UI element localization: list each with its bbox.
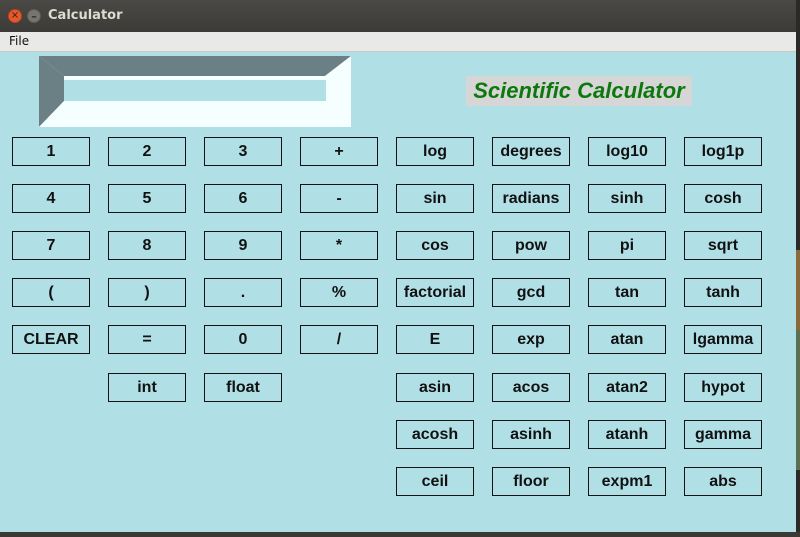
button-degrees[interactable]: degrees (492, 137, 570, 166)
desktop-wallpaper-segment (796, 250, 800, 330)
button-tan[interactable]: tan (588, 278, 666, 307)
display-bevel-top (39, 56, 351, 76)
button-8[interactable]: 8 (108, 231, 186, 260)
button-sqrt[interactable]: sqrt (684, 231, 762, 260)
button-7[interactable]: 7 (12, 231, 90, 260)
button-pow[interactable]: pow (492, 231, 570, 260)
button-acos[interactable]: acos (492, 373, 570, 402)
button-atan2[interactable]: atan2 (588, 373, 666, 402)
button-ceil[interactable]: ceil (396, 467, 474, 496)
button-exp[interactable]: exp (492, 325, 570, 354)
button-abs[interactable]: abs (684, 467, 762, 496)
button-divide[interactable]: / (300, 325, 378, 354)
button-hypot[interactable]: hypot (684, 373, 762, 402)
window-title: Calculator (48, 8, 123, 23)
button-log10[interactable]: log10 (588, 137, 666, 166)
button-asin[interactable]: asin (396, 373, 474, 402)
menu-bar: File (0, 32, 796, 52)
button-plus[interactable]: + (300, 137, 378, 166)
button-expm1[interactable]: expm1 (588, 467, 666, 496)
button-asinh[interactable]: asinh (492, 420, 570, 449)
window-close-button[interactable]: × (8, 9, 22, 23)
display-input[interactable] (64, 80, 326, 101)
button-6[interactable]: 6 (204, 184, 282, 213)
button-pi[interactable]: pi (588, 231, 666, 260)
button-log1p[interactable]: log1p (684, 137, 762, 166)
button-lgamma[interactable]: lgamma (684, 325, 762, 354)
button-3[interactable]: 3 (204, 137, 282, 166)
button-atanh[interactable]: atanh (588, 420, 666, 449)
button-int[interactable]: int (108, 373, 186, 402)
button-clear[interactable]: CLEAR (12, 325, 90, 354)
button-decimal[interactable]: . (204, 278, 282, 307)
menu-file[interactable]: File (9, 34, 29, 48)
button-4[interactable]: 4 (12, 184, 90, 213)
button-factorial[interactable]: factorial (396, 278, 474, 307)
button-modulo[interactable]: % (300, 278, 378, 307)
desktop-background-edge (796, 0, 800, 537)
button-equals[interactable]: = (108, 325, 186, 354)
button-tanh[interactable]: tanh (684, 278, 762, 307)
minimize-icon: – (31, 9, 37, 23)
close-icon: × (10, 10, 20, 21)
button-1[interactable]: 1 (12, 137, 90, 166)
button-gamma[interactable]: gamma (684, 420, 762, 449)
button-atan[interactable]: atan (588, 325, 666, 354)
desktop-taskbar-edge (0, 532, 800, 537)
button-2[interactable]: 2 (108, 137, 186, 166)
button-log[interactable]: log (396, 137, 474, 166)
button-0[interactable]: 0 (204, 325, 282, 354)
button-multiply[interactable]: * (300, 231, 378, 260)
button-close-paren[interactable]: ) (108, 278, 186, 307)
button-radians[interactable]: radians (492, 184, 570, 213)
calculator-window: × – Calculator File Scientific Calculato… (0, 0, 796, 537)
app-title: Scientific Calculator (466, 76, 692, 106)
display-bevel-bottom (39, 101, 351, 127)
button-floor[interactable]: floor (492, 467, 570, 496)
button-cosh[interactable]: cosh (684, 184, 762, 213)
button-gcd[interactable]: gcd (492, 278, 570, 307)
button-5[interactable]: 5 (108, 184, 186, 213)
title-bar[interactable]: × – Calculator (0, 0, 796, 32)
window-minimize-button[interactable]: – (27, 9, 41, 23)
desktop-wallpaper-segment (796, 330, 800, 470)
button-cos[interactable]: cos (396, 231, 474, 260)
button-sinh[interactable]: sinh (588, 184, 666, 213)
button-float[interactable]: float (204, 373, 282, 402)
button-9[interactable]: 9 (204, 231, 282, 260)
button-minus[interactable]: - (300, 184, 378, 213)
button-acosh[interactable]: acosh (396, 420, 474, 449)
button-e[interactable]: E (396, 325, 474, 354)
button-open-paren[interactable]: ( (12, 278, 90, 307)
button-sin[interactable]: sin (396, 184, 474, 213)
